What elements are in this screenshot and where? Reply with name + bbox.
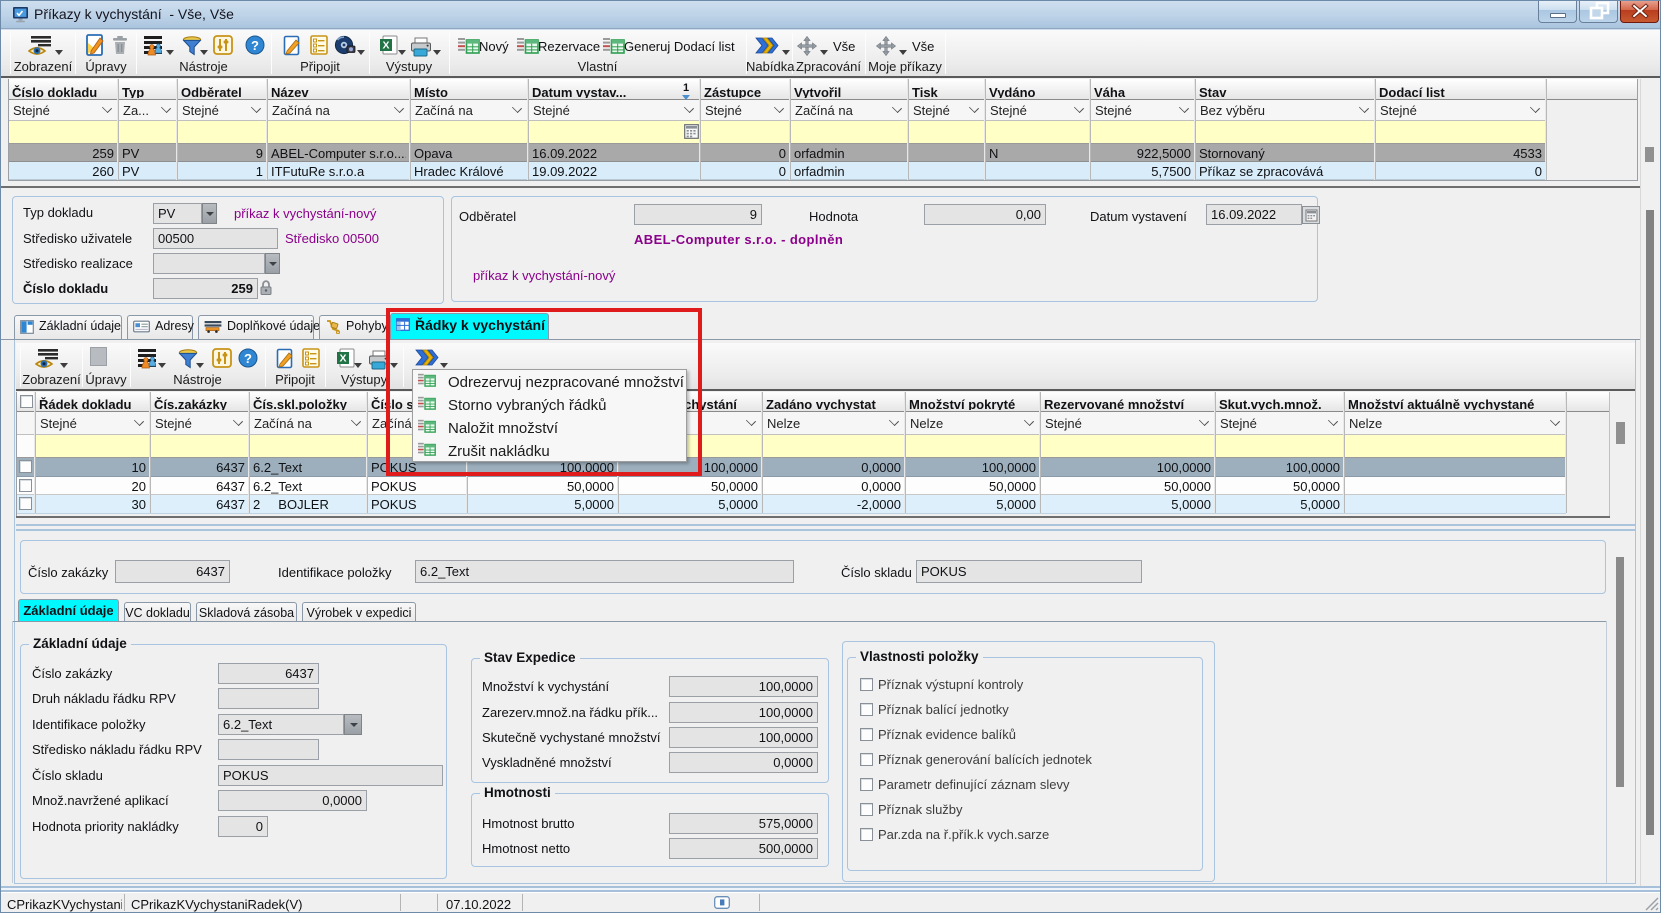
svg-text:X: X [339,353,346,365]
svg-text:?: ? [251,38,259,53]
svg-text:?: ? [244,351,252,366]
svg-text:X: X [382,40,389,52]
